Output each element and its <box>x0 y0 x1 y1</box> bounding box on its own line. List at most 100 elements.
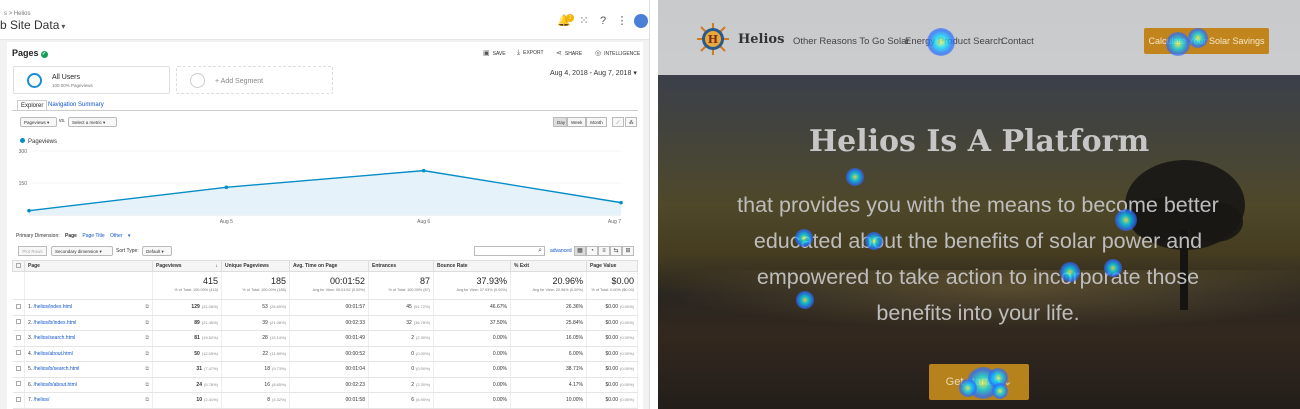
save-label: SAVE <box>492 51 506 57</box>
property-selector[interactable]: b Site Data ▾ <box>0 18 65 32</box>
chart-legend: Pageviews <box>20 138 57 145</box>
export-icon: ⤓ <box>517 49 521 56</box>
data-point[interactable] <box>421 168 426 173</box>
data-point[interactable] <box>619 200 623 205</box>
ent-pct: (36.78%) <box>413 319 430 325</box>
secondary-dimension-select[interactable]: Secondary dimension ▾ <box>51 246 113 256</box>
advanced-filter-link[interactable]: advanced <box>550 248 572 254</box>
col-pageviews[interactable]: Pageviews ↓ <box>152 260 222 272</box>
breadcrumb[interactable]: s > Helios <box>4 11 31 17</box>
external-link-icon[interactable]: ⧉ <box>145 351 149 357</box>
get-started-button[interactable]: Get started ⌄ <box>929 364 1029 400</box>
comparison-view-icon[interactable]: ⇆ <box>610 246 622 256</box>
dim-page-title[interactable]: Page Title <box>82 233 104 239</box>
intelligence-button[interactable]: ◎ INTELLIGENCE <box>595 49 640 57</box>
row-checkbox[interactable] <box>12 330 25 347</box>
col-unique-pageviews[interactable]: Unique Pageviews <box>221 260 290 272</box>
more-vert-icon[interactable]: ⋮ <box>616 15 628 27</box>
col-page-value[interactable]: Page Value <box>586 260 638 272</box>
series-area <box>29 170 621 215</box>
table-row[interactable]: 1. /helios/index.html ⧉ 129 (31.08%) 53 (28… <box>12 299 638 316</box>
row-checkbox[interactable] <box>12 299 25 316</box>
dim-page[interactable]: Page <box>65 233 77 239</box>
row-page-link[interactable]: /helios/b/index.html <box>34 320 77 326</box>
col-bounce-rate[interactable]: Bounce Rate <box>433 260 511 272</box>
col-avg-time[interactable]: Avg. Time on Page <box>289 260 369 272</box>
external-link-icon[interactable]: ⧉ <box>145 382 149 388</box>
row-page-link[interactable]: /helios/index.html <box>34 304 73 310</box>
period-month-button[interactable]: Month <box>586 117 607 127</box>
col-page[interactable]: Page <box>24 260 153 272</box>
external-link-icon[interactable]: ⧉ <box>145 304 149 310</box>
save-button[interactable]: ▣ SAVE <box>483 49 506 57</box>
row-checkbox[interactable] <box>12 315 25 331</box>
col-entrances[interactable]: Entrances <box>368 260 434 272</box>
row-time: 00:01:04 <box>289 361 369 378</box>
help-icon[interactable]: ? <box>597 15 609 27</box>
row-unique: 22 (11.89%) <box>221 346 290 362</box>
plot-rows-button[interactable]: Plot Rows <box>18 246 47 256</box>
brand-name[interactable]: Helios <box>738 32 784 47</box>
row-bounce: 0.00% <box>433 346 511 362</box>
sort-type-select[interactable]: Default ▾ <box>142 246 172 256</box>
table-row[interactable]: 3. /helios/search.html ⧉ 81 (19.52%) 28 (15… <box>12 330 638 347</box>
checkbox-icon <box>15 334 21 340</box>
table-search-input[interactable]: ⌕ <box>474 246 545 256</box>
data-view-icon[interactable]: ▦ <box>574 246 586 256</box>
avatar[interactable] <box>634 14 648 28</box>
helios-sun-logo-icon[interactable]: H <box>696 22 730 56</box>
calculate-savings-button[interactable]: Calculate Your Solar Savings <box>1144 28 1269 54</box>
add-segment-button[interactable]: + Add Segment <box>176 66 333 94</box>
table-row[interactable]: 6. /helios/b/about.html ⧉ 24 (5.78%) 16 (8.… <box>12 377 638 393</box>
nav-energy-product-search[interactable]: Energy Product Search <box>905 36 1003 47</box>
row-page-link[interactable]: /helios/b/about.html <box>34 382 77 388</box>
performance-view-icon[interactable]: ≡ <box>598 246 610 256</box>
dim-other[interactable]: Other ▾ <box>110 233 130 239</box>
table-row[interactable]: 7. /helios/ ⧉ 10 (2.41%) 8 (4.32%) 00:01:58… <box>12 392 638 409</box>
motion-chart-icon[interactable]: ⁂ <box>625 117 637 127</box>
nav-other-reasons[interactable]: Other Reasons To Go Solar <box>793 36 910 47</box>
period-day-button[interactable]: Day <box>553 117 567 127</box>
row-page-link[interactable]: /helios/about.html <box>34 351 73 357</box>
segment-all-users[interactable]: All Users 100.00% Pageviews <box>13 66 170 94</box>
apps-grid-icon[interactable]: ⁙ <box>578 15 590 27</box>
row-checkbox[interactable] <box>12 377 25 393</box>
data-point[interactable] <box>224 185 229 190</box>
compare-metric-select[interactable]: Select a metric ▾ <box>68 117 117 127</box>
row-page-link[interactable]: /helios/search.html <box>34 335 76 341</box>
share-button[interactable]: ⋖ SHARE <box>556 49 582 57</box>
data-point[interactable] <box>27 208 31 213</box>
table-body: 415 % of Total: 100.00% (415) 185 % of Tota… <box>12 271 638 409</box>
select-all-checkbox[interactable] <box>12 260 25 272</box>
table-row[interactable]: 5. /helios/b/search.html ⧉ 31 (7.47%) 18 (9… <box>12 361 638 378</box>
row-entrances: 45 (51.72%) <box>368 299 434 316</box>
external-link-icon[interactable]: ⧉ <box>145 366 149 372</box>
external-link-icon[interactable]: ⧉ <box>145 335 149 341</box>
row-checkbox[interactable] <box>12 392 25 409</box>
hero-headline: Helios Is A Platform <box>808 124 1150 159</box>
external-link-icon[interactable]: ⧉ <box>145 320 149 326</box>
chevron-down-icon: ⌄ <box>1003 376 1013 388</box>
external-link-icon[interactable]: ⧉ <box>145 397 149 403</box>
row-bounce: 46.67% <box>433 299 511 316</box>
val-value: $0.00 <box>605 350 618 357</box>
row-checkbox[interactable] <box>12 346 25 362</box>
col-exit[interactable]: % Exit <box>510 260 587 272</box>
pv-pct: (5.78%) <box>203 381 218 387</box>
row-page-link[interactable]: /helios/b/search.html <box>34 366 80 372</box>
pivot-view-icon[interactable]: ⊞ <box>622 246 634 256</box>
tab-navigation-summary[interactable]: Navigation Summary <box>45 100 107 110</box>
metric-select[interactable]: Pageviews ▾ <box>20 117 57 127</box>
table-row[interactable]: 4. /helios/about.html ⧉ 50 (12.05%) 22 (11.… <box>12 346 638 362</box>
row-checkbox[interactable] <box>12 361 25 378</box>
hero-subtext: that provides you with the means to beco… <box>737 193 1219 325</box>
pie-view-icon[interactable]: ◔ <box>586 246 598 256</box>
export-button[interactable]: ⤓ EXPORT <box>517 49 544 57</box>
table-row[interactable]: 2. /helios/b/index.html ⧉ 89 (21.45%) 39 (2… <box>12 315 638 331</box>
period-week-button[interactable]: Week <box>567 117 586 127</box>
date-range-picker[interactable]: Aug 4, 2018 - Aug 7, 2018 ▾ <box>550 69 637 77</box>
nav-contact[interactable]: Contact <box>1001 36 1034 47</box>
row-page-link[interactable]: /helios/ <box>34 397 50 403</box>
line-chart-icon[interactable]: ⟋ <box>612 117 624 127</box>
pv-value: 10 <box>196 397 202 404</box>
